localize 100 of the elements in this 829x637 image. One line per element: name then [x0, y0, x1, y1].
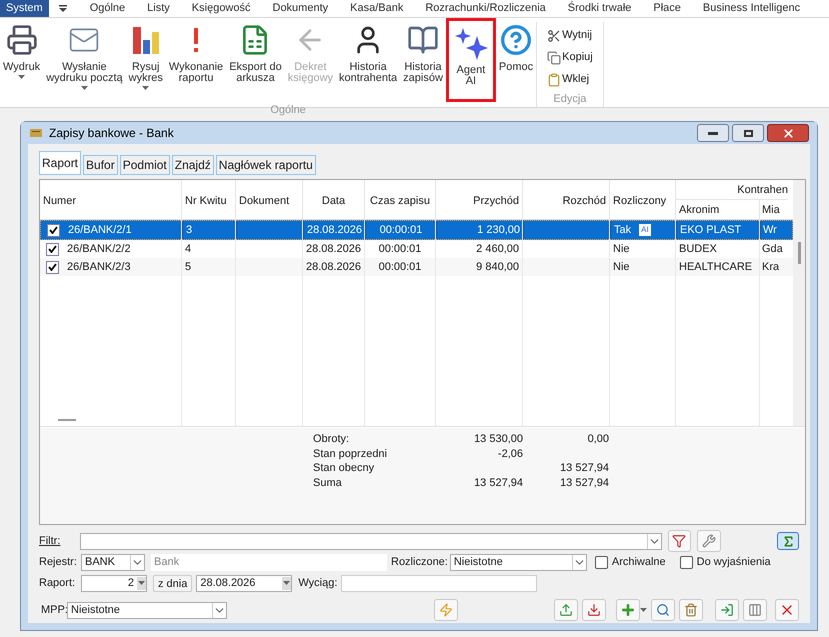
ribbon-button[interactable]: Pomoc — [496, 22, 536, 102]
ribbon-button[interactable]: Rysuj wykres — [126, 22, 166, 102]
ribbon-button[interactable]: Historia zapisów — [400, 22, 446, 102]
table-cell-text: 3 — [186, 222, 192, 238]
clear-filter-button[interactable] — [668, 530, 692, 552]
ribbon-small-button[interactable]: Kopiuj — [547, 48, 593, 67]
ribbon-button[interactable]: Eksport do arkusza — [226, 22, 285, 102]
delete-button[interactable] — [679, 599, 704, 621]
add-button[interactable] — [616, 599, 640, 621]
chevron-down-icon — [646, 534, 661, 548]
ribbon-button[interactable]: Agent AI — [450, 25, 491, 99]
checkbox[interactable] — [46, 260, 59, 274]
spin-icon — [283, 581, 290, 585]
field-label: Wyciąg: — [298, 576, 338, 591]
table-cell-text: 26/BANK/2/2 — [67, 242, 131, 257]
window-title: Zapisy bankowe - Bank — [49, 125, 175, 142]
printer-icon — [6, 24, 38, 56]
tab[interactable]: Bufor — [83, 155, 118, 175]
filter-icon — [672, 534, 686, 548]
summary-label: Stan poprzedni — [313, 446, 388, 461]
scrollbar-thumb[interactable] — [798, 242, 800, 264]
ribbon-button[interactable]: Historia kontrahenta — [336, 22, 400, 102]
field-label: MPP: — [41, 602, 67, 618]
summary-value: 0,00 — [588, 433, 609, 445]
wrench-icon — [702, 534, 716, 548]
column-header[interactable]: Data — [303, 180, 365, 219]
minimize-button[interactable] — [697, 124, 729, 142]
field-label: Rozliczone: — [391, 554, 448, 570]
ribbon-small-button[interactable]: Wytnij — [547, 26, 593, 45]
menu-tab[interactable]: Dokumenty — [262, 0, 340, 17]
table-cell-text: Gda — [762, 242, 783, 257]
search-button[interactable] — [651, 599, 676, 621]
checkbox[interactable] — [46, 242, 59, 256]
window-icon — [29, 128, 43, 138]
menu-tab[interactable]: Business Intelligenc — [692, 0, 812, 17]
wrench-button[interactable] — [697, 530, 721, 552]
mpp-dropdown[interactable]: Nieistotne — [67, 602, 227, 618]
import-button[interactable] — [582, 599, 606, 621]
group-label: Ogólne — [270, 103, 306, 118]
checkbox-label: Archiwalne — [612, 554, 666, 570]
columns-button[interactable] — [743, 599, 768, 621]
register-name-field: Bank — [151, 554, 387, 570]
ribbon-small-button[interactable]: Wklej — [547, 70, 593, 89]
statement-field[interactable] — [341, 574, 538, 592]
menu-tab[interactable]: Ogólne — [78, 0, 136, 17]
table-cell-text: Tak — [614, 222, 632, 238]
tab[interactable]: Znajdź — [172, 155, 214, 175]
column-header[interactable]: Rozchód — [523, 180, 610, 219]
ribbon-button[interactable]: Wydruk — [0, 22, 44, 102]
columns-icon — [748, 603, 762, 617]
filter-field[interactable] — [80, 532, 662, 550]
close-icon — [782, 126, 794, 140]
table-row[interactable]: 26/BANK/2/3 5 28.08.2026 00:00:01 9 840,00 Nie HEALTHCARE Kra — [40, 258, 793, 276]
menu-tab[interactable]: Środki trwałe — [556, 0, 642, 17]
close-button[interactable] — [767, 124, 809, 142]
table-cell-text: 9 840,00 — [476, 260, 519, 275]
sigma-icon — [782, 534, 795, 548]
column-header[interactable]: Przychód — [436, 180, 523, 219]
column-header[interactable]: Mia — [760, 200, 788, 218]
ribbon-button[interactable]: Wykonanie raportu — [166, 22, 226, 102]
clipboard-icon — [547, 72, 562, 86]
menu-tab[interactable]: Listy — [136, 0, 181, 17]
maximize-button[interactable] — [732, 124, 764, 142]
column-header[interactable]: Nr Kwitu — [182, 180, 236, 219]
menu-tab[interactable]: Księgowość — [180, 0, 262, 17]
checkbox[interactable] — [680, 556, 693, 568]
trash-icon — [684, 603, 698, 617]
table-cell-text: Nie — [613, 260, 630, 275]
export-button[interactable] — [554, 599, 578, 621]
table-cell-text: Nie — [613, 242, 630, 257]
report-number-field[interactable]: 2 — [81, 574, 147, 592]
checkbox[interactable] — [47, 224, 60, 236]
date-button[interactable]: z dnia — [153, 574, 192, 592]
chevron-down-icon — [130, 554, 144, 570]
column-header[interactable]: Numer — [40, 180, 182, 219]
tab[interactable]: Nagłówek raportu — [216, 155, 316, 175]
menu-tab[interactable]: System — [0, 0, 49, 17]
summary-label: Stan obecny — [313, 461, 376, 476]
column-header[interactable]: Czas zapisu — [365, 180, 436, 219]
enter-button[interactable] — [715, 599, 740, 621]
register-dropdown[interactable]: BANK — [81, 554, 145, 570]
tab[interactable]: Raport — [39, 151, 82, 175]
column-header[interactable]: Rozliczony — [610, 180, 676, 219]
menu-tab[interactable]: Kasa/Bank — [339, 0, 414, 17]
sum-button[interactable] — [777, 532, 799, 550]
field-label: Rejestr: — [39, 554, 78, 570]
tab[interactable]: Podmiot — [120, 155, 170, 175]
date-field[interactable]: 28.08.2026 — [196, 574, 292, 592]
menu-tab[interactable]: Rozrachunki/Rozliczenia — [414, 0, 557, 17]
checkbox[interactable] — [594, 556, 608, 568]
settled-dropdown[interactable]: Nieistotne — [450, 554, 587, 570]
menu-tab[interactable]: Płace — [642, 0, 692, 17]
table-cell-text: 28.08.2026 — [306, 260, 362, 275]
column-header[interactable]: Akronim — [676, 200, 760, 218]
table-row[interactable]: 26/BANK/2/1 3 28.08.2026 00:00:01 1 230,00 Tak AI EKO PLAST Wr — [40, 220, 793, 240]
column-header[interactable]: Dokument — [236, 180, 303, 219]
lightning-icon — [439, 603, 454, 617]
ribbon-button[interactable]: Wysłanie wydruku pocztą — [43, 22, 126, 102]
table-cell-text: 28.08.2026 — [306, 242, 362, 257]
field-label: Raport: — [39, 576, 76, 591]
